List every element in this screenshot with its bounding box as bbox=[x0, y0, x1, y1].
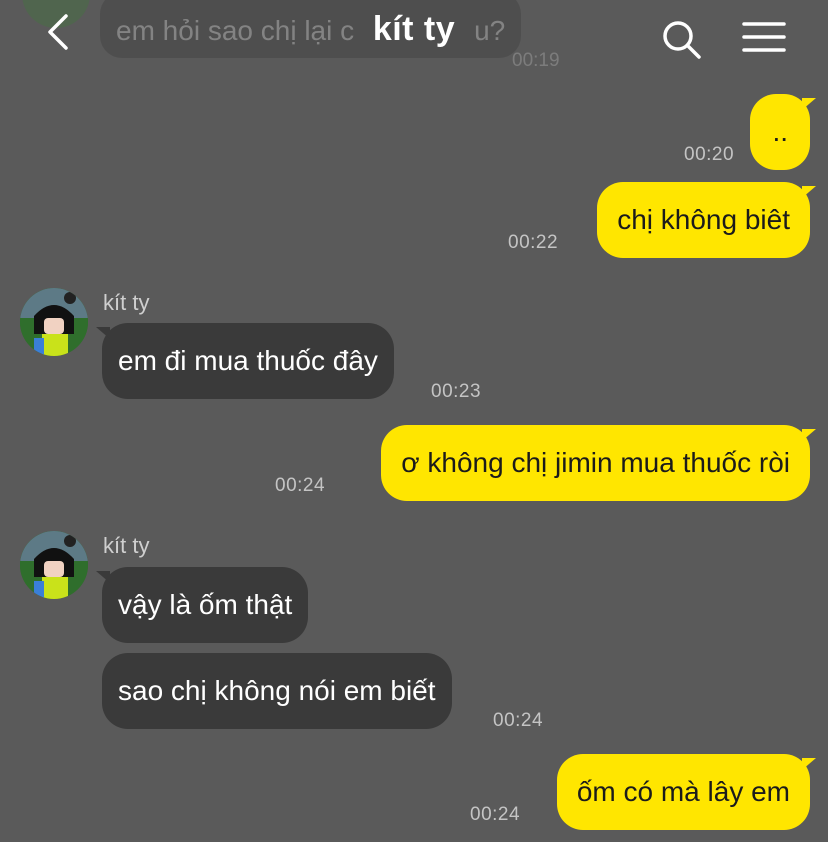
search-button[interactable] bbox=[660, 18, 704, 62]
message-time: 00:20 bbox=[684, 144, 735, 165]
message-text: sao chị không nói em biết bbox=[118, 675, 436, 706]
message-text: vậy là ốm thật bbox=[118, 589, 293, 620]
avatar[interactable] bbox=[20, 531, 88, 599]
message-time: 00:22 bbox=[508, 232, 559, 253]
message-time: 00:23 bbox=[431, 381, 482, 402]
sender-name: kít ty bbox=[103, 290, 150, 315]
contact-avatar-image bbox=[20, 288, 88, 356]
message-bubble-incoming[interactable]: vậy là ốm thật bbox=[95, 567, 309, 643]
contact-avatar-image bbox=[20, 531, 88, 599]
message-bubble-outgoing[interactable]: .. bbox=[750, 94, 816, 170]
avatar[interactable] bbox=[20, 288, 88, 356]
message-time: 00:24 bbox=[275, 475, 326, 496]
search-icon bbox=[663, 21, 701, 59]
message-text: chị không biêt bbox=[617, 204, 790, 235]
message-text: em đi mua thuốc đây bbox=[118, 345, 378, 376]
message-bubble-outgoing[interactable]: ơ không chị jimin mua thuốc ròi bbox=[381, 425, 816, 501]
message-time: 00:24 bbox=[493, 710, 544, 731]
sender-name: kít ty bbox=[103, 533, 150, 558]
hamburger-menu-icon bbox=[742, 22, 786, 52]
message-bubble-outgoing[interactable]: chị không biêt bbox=[597, 182, 816, 258]
message-bubble-incoming[interactable]: sao chị không nói em biết bbox=[102, 653, 452, 729]
message-bubble-outgoing[interactable]: ốm có mà lây em bbox=[556, 754, 817, 830]
message-text: ốm có mà lây em bbox=[576, 776, 790, 807]
message-time: 00:24 bbox=[470, 804, 521, 825]
message-text: .. bbox=[772, 116, 788, 147]
message-time: 00:19 bbox=[512, 50, 560, 71]
menu-button[interactable] bbox=[742, 18, 786, 58]
message-text: ơ không chị jimin mua thuốc ròi bbox=[401, 447, 790, 478]
message-bubble-incoming[interactable]: em đi mua thuốc đây bbox=[96, 323, 394, 399]
chat-header: em hỏi sao chị lại c u? 00:19 kít ty bbox=[0, 0, 828, 80]
